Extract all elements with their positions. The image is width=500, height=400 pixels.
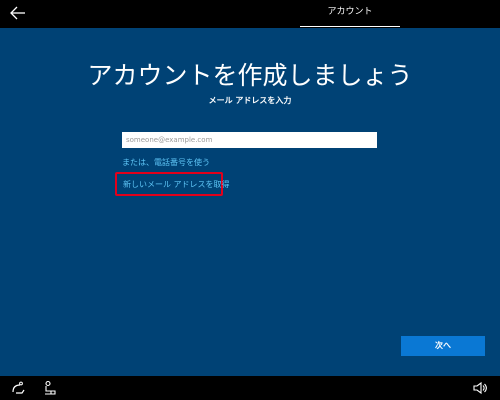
back-arrow-icon[interactable] bbox=[8, 4, 28, 22]
bottom-bar bbox=[0, 376, 500, 400]
new-email-highlight: 新しいメール アドレスを取得 bbox=[115, 172, 230, 196]
accessibility-icon[interactable] bbox=[42, 380, 58, 396]
next-button[interactable]: 次へ bbox=[401, 336, 485, 356]
oobe-screen: アカウント アカウントを作成しましょう メール アドレスを入力 または、電話番号… bbox=[0, 0, 500, 400]
page-subtitle: メール アドレスを入力 bbox=[208, 96, 292, 105]
page-title: アカウントを作成しましょう bbox=[87, 61, 413, 90]
top-bar: アカウント bbox=[0, 0, 500, 28]
tab-account: アカウント bbox=[300, 0, 400, 27]
main-panel: アカウントを作成しましょう メール アドレスを入力 または、電話番号を使う 新し… bbox=[0, 28, 500, 376]
volume-icon[interactable] bbox=[472, 380, 488, 396]
get-new-email-link[interactable]: 新しいメール アドレスを取得 bbox=[123, 179, 230, 191]
email-field[interactable] bbox=[122, 132, 377, 148]
use-phone-link[interactable]: または、電話番号を使う bbox=[122, 157, 210, 169]
ease-of-access-icon[interactable] bbox=[10, 380, 26, 396]
